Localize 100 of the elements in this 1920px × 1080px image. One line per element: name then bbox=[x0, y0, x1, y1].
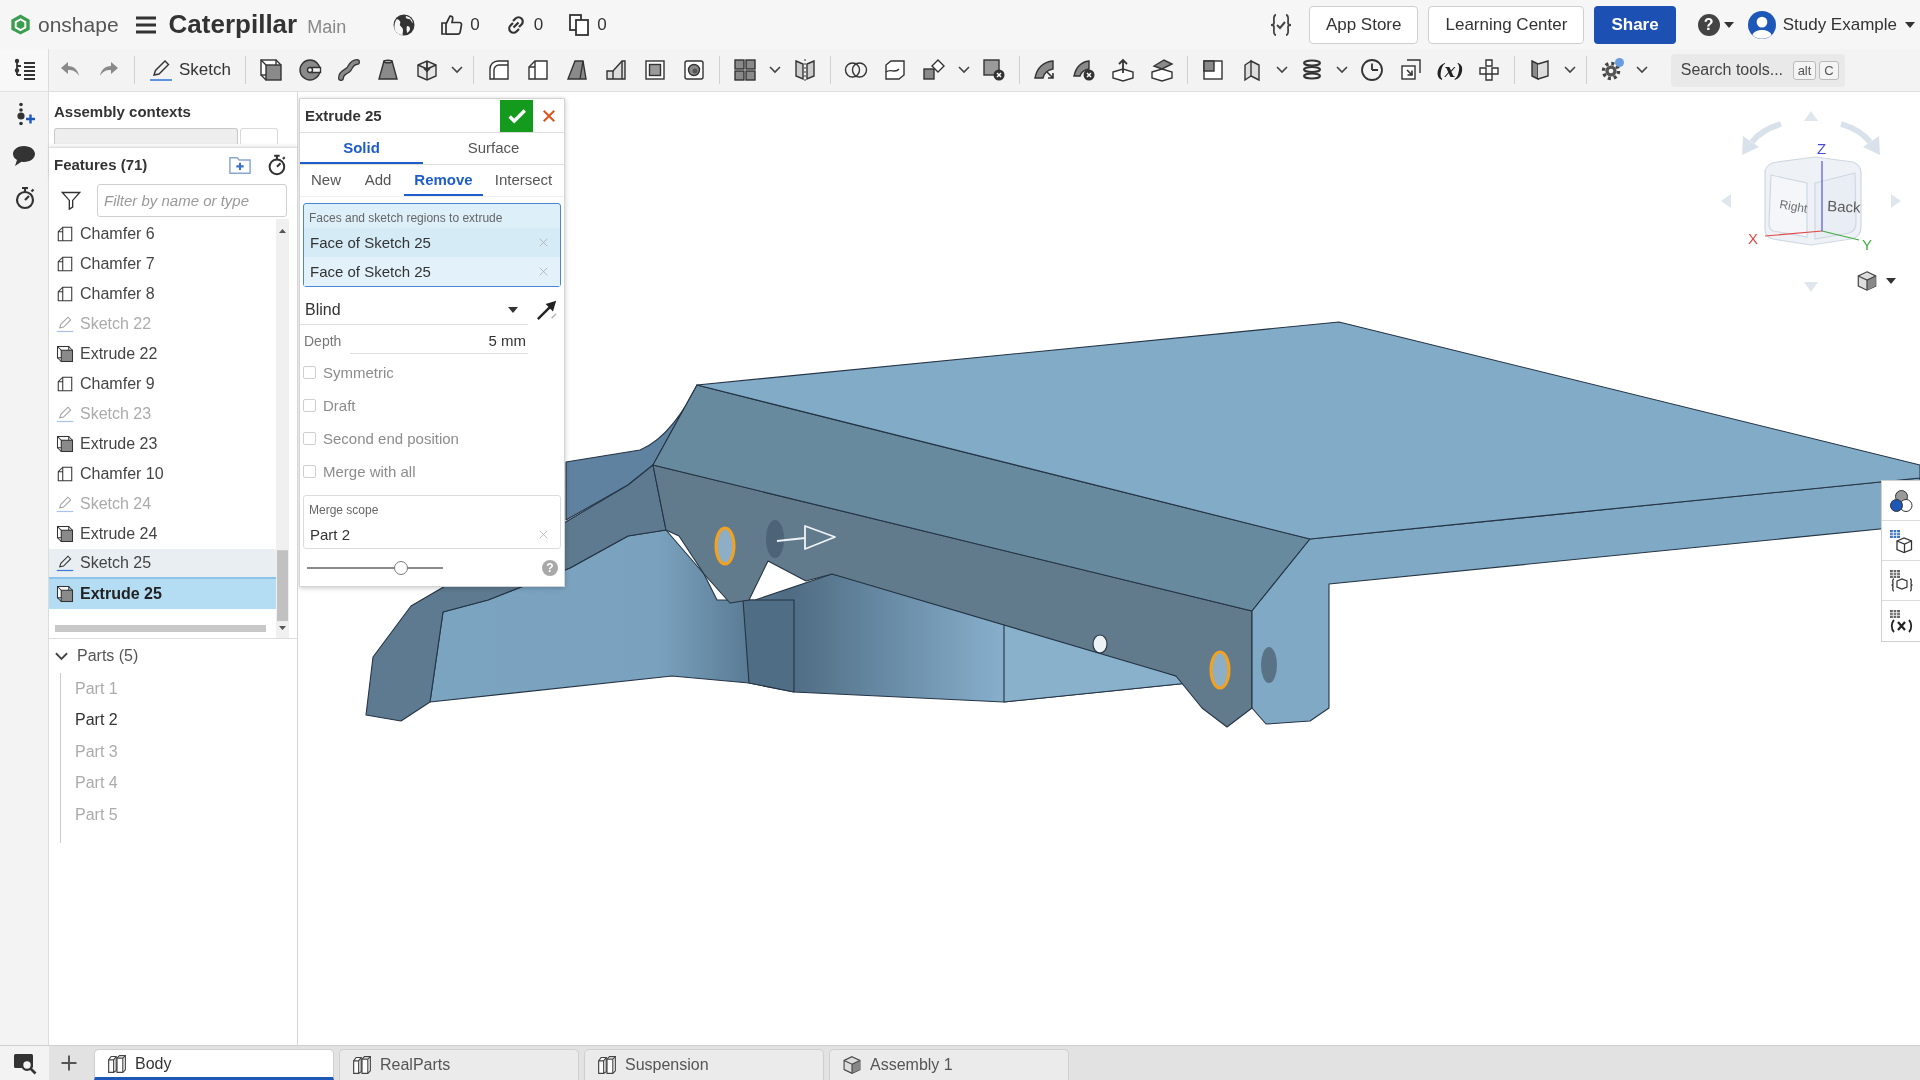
chamfered-box-icon bbox=[56, 375, 74, 393]
shaded-cube-icon[interactable] bbox=[1856, 270, 1878, 292]
parts-header[interactable]: Parts (5) bbox=[49, 639, 297, 673]
section-title: Features (71) bbox=[54, 156, 149, 173]
feature-item[interactable]: Chamfer 6 bbox=[49, 219, 276, 249]
chevron-down-icon[interactable] bbox=[451, 66, 463, 74]
grid-parentheses-icon bbox=[1889, 609, 1913, 633]
user-menu[interactable]: Study Example bbox=[1747, 10, 1915, 39]
chevron-icon bbox=[55, 651, 68, 661]
feature-item[interactable]: Extrude 25 bbox=[49, 579, 276, 609]
pencil-icon bbox=[56, 495, 74, 513]
caret-icon[interactable] bbox=[1886, 278, 1896, 284]
three-circles-icon bbox=[1889, 488, 1913, 513]
chevron-down-icon[interactable] bbox=[1276, 66, 1288, 74]
checkbox[interactable] bbox=[303, 465, 316, 478]
close-icon bbox=[541, 108, 556, 123]
grid-cube-icon bbox=[1889, 528, 1913, 553]
boxes-outline-icon bbox=[107, 1053, 127, 1074]
selection-item[interactable]: Face of Sketch 25 bbox=[304, 228, 560, 257]
workspace-label: Main bbox=[307, 17, 347, 38]
cube-face-label[interactable]: Back bbox=[1826, 197, 1862, 216]
body-type-tab[interactable]: Solid bbox=[300, 133, 423, 164]
depth-field[interactable]: 5 mm bbox=[350, 327, 528, 354]
depth-label: Depth bbox=[303, 332, 343, 349]
speech-bubble-icon[interactable] bbox=[12, 144, 36, 168]
chevron-down-icon[interactable] bbox=[1336, 66, 1348, 74]
logo-text[interactable]: onshape bbox=[38, 12, 119, 37]
shaded-box-icon bbox=[56, 435, 74, 453]
pencil-icon bbox=[56, 405, 74, 423]
confirm-button[interactable] bbox=[500, 99, 533, 132]
end-type-dropdown[interactable]: Blind bbox=[300, 295, 528, 325]
globe-icon[interactable] bbox=[392, 12, 417, 37]
screen-search-icon[interactable] bbox=[12, 1051, 37, 1075]
variables-button[interactable]: (x) bbox=[1433, 59, 1467, 81]
avatar-icon bbox=[1747, 10, 1776, 39]
merge-scope-field[interactable]: Merge scope Part 2 bbox=[303, 495, 561, 549]
help-button[interactable]: ? bbox=[1697, 13, 1720, 36]
checkbox[interactable] bbox=[303, 399, 316, 412]
operation-tab[interactable]: Intersect bbox=[483, 165, 564, 196]
axis-label: X bbox=[1748, 230, 1758, 247]
part-item[interactable]: Part 2 bbox=[61, 704, 297, 736]
shaded-box-icon bbox=[56, 585, 74, 603]
feature-item[interactable]: Chamfer 10 bbox=[49, 459, 276, 489]
filter-field[interactable]: Filter by name or type bbox=[97, 183, 287, 217]
copy-button[interactable]: 0 bbox=[567, 12, 607, 37]
feature-item[interactable]: Chamfer 9 bbox=[49, 369, 276, 399]
chevron-down-icon[interactable] bbox=[1635, 66, 1648, 74]
axis-label: Y bbox=[1862, 236, 1872, 253]
chevron-down-icon[interactable] bbox=[958, 66, 970, 74]
checkbox[interactable] bbox=[303, 366, 316, 379]
pencil-icon bbox=[149, 58, 173, 82]
feature-item[interactable]: Extrude 22 bbox=[49, 339, 276, 369]
caret-icon[interactable] bbox=[1723, 21, 1734, 28]
braces-check-icon[interactable] bbox=[1268, 12, 1293, 37]
document-tab[interactable]: Body bbox=[94, 1049, 334, 1080]
feature-item[interactable]: Extrude 24 bbox=[49, 519, 276, 549]
view-cube[interactable] bbox=[1764, 156, 1862, 246]
chamfered-box-icon bbox=[56, 225, 74, 243]
section-title: Assembly contexts bbox=[54, 103, 192, 120]
tree-list-icon[interactable] bbox=[12, 58, 36, 82]
chevron-down-icon[interactable] bbox=[769, 66, 781, 74]
document-tab[interactable]: Assembly 1 bbox=[829, 1049, 1069, 1080]
body-type-tab[interactable]: Surface bbox=[423, 133, 564, 164]
feature-item[interactable]: Chamfer 7 bbox=[49, 249, 276, 279]
chamfered-box-icon bbox=[56, 285, 74, 303]
vertical-scrollbar[interactable] bbox=[276, 219, 289, 638]
field-label: Merge scope bbox=[308, 502, 380, 519]
dialog-title: Extrude 25 bbox=[304, 107, 383, 124]
checkbox-label: Draft bbox=[323, 397, 356, 414]
shaded-box-icon bbox=[56, 345, 74, 363]
pencil-icon bbox=[56, 554, 74, 572]
selection-item[interactable]: Face of Sketch 25 bbox=[304, 257, 560, 286]
feature-item[interactable]: Sketch 25 bbox=[49, 549, 276, 579]
document-tab[interactable]: Suspension bbox=[584, 1049, 824, 1080]
checkbox[interactable] bbox=[303, 432, 316, 445]
thumbs-up-icon bbox=[440, 12, 465, 37]
logo-icon[interactable] bbox=[10, 13, 31, 36]
header-button[interactable]: Learning Center bbox=[1428, 5, 1585, 44]
like-button[interactable]: 0 bbox=[440, 12, 480, 37]
selection-item[interactable]: Part 2 bbox=[304, 520, 560, 548]
slider-thumb[interactable] bbox=[393, 560, 408, 575]
copy-icon bbox=[567, 12, 592, 37]
diagonal-arrow-icon[interactable] bbox=[536, 299, 558, 321]
horizontal-scrollbar[interactable] bbox=[55, 625, 266, 632]
header-button[interactable]: App Store bbox=[1308, 5, 1419, 44]
primary-button[interactable]: Share bbox=[1594, 5, 1676, 44]
operation-tab[interactable]: New bbox=[300, 165, 352, 196]
feature-item[interactable]: Extrude 23 bbox=[49, 429, 276, 459]
operation-tab[interactable]: Remove bbox=[404, 165, 483, 196]
selection-field[interactable]: Faces and sketch regions to extrude Face of Sketch 25 Face of Sketch 25 bbox=[303, 203, 561, 287]
link-button[interactable]: 0 bbox=[503, 12, 544, 37]
document-tab[interactable]: RealParts bbox=[339, 1049, 579, 1080]
filter-icon[interactable] bbox=[61, 190, 81, 210]
sketch-button[interactable]: Sketch bbox=[143, 53, 237, 87]
menu-icon[interactable] bbox=[135, 15, 156, 34]
chevron-down-icon[interactable] bbox=[1563, 66, 1576, 74]
grid-cube-braces-icon bbox=[1889, 568, 1913, 593]
operation-tab[interactable]: Add bbox=[352, 165, 404, 196]
feature-item[interactable]: Chamfer 8 bbox=[49, 279, 276, 309]
shaded-cube-icon bbox=[842, 1055, 862, 1075]
